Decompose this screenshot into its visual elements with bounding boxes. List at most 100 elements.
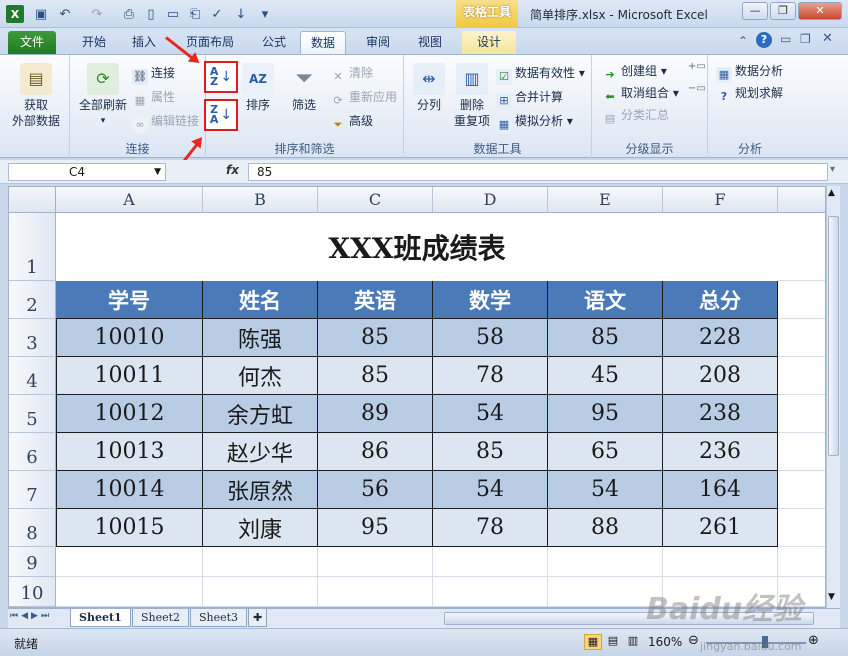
table-cell[interactable]: 208 — [663, 357, 778, 395]
tab-file[interactable]: 文件 — [8, 31, 56, 54]
sort-quick-icon[interactable]: ↓ — [232, 5, 250, 23]
filter-button[interactable]: ⏷ 筛选 — [284, 63, 324, 113]
table-cell[interactable]: 238 — [663, 395, 778, 433]
minimize-button[interactable]: — — [742, 2, 768, 20]
table-cell[interactable]: 张原然 — [203, 471, 318, 509]
reapply-button[interactable]: ⟳ 重新应用 — [330, 87, 397, 107]
column-header-0[interactable]: A — [56, 187, 203, 213]
table-cell[interactable]: 85 — [433, 433, 548, 471]
undo-icon[interactable]: ↶ — [56, 5, 74, 23]
grid-cell[interactable] — [778, 433, 825, 471]
table-cell[interactable]: 236 — [663, 433, 778, 471]
show-detail-icon[interactable]: +▭ — [688, 61, 706, 72]
table-cell[interactable]: 10015 — [56, 509, 203, 547]
sort-ascending-button[interactable]: A Z ↓ — [204, 61, 238, 93]
table-cell[interactable]: 78 — [433, 509, 548, 547]
table-cell[interactable]: 95 — [318, 509, 433, 547]
open-folder-icon[interactable]: ▭ — [164, 5, 182, 23]
data-analysis-button[interactable]: ▦ 数据分析 — [716, 61, 783, 83]
grid-cell[interactable] — [56, 577, 203, 607]
grid-cell[interactable] — [778, 319, 825, 357]
table-cell[interactable]: 89 — [318, 395, 433, 433]
row-header-2[interactable]: 3 — [9, 319, 56, 357]
sheet-title[interactable]: XXX班成绩表 — [56, 213, 778, 281]
table-cell[interactable]: 10011 — [56, 357, 203, 395]
table-cell[interactable]: 164 — [663, 471, 778, 509]
get-external-data-button[interactable]: ▤ 获取 外部数据 — [6, 63, 66, 129]
grid-cell[interactable] — [548, 547, 663, 577]
table-header-cell[interactable]: 学号 — [56, 281, 203, 319]
name-box-dropdown-icon[interactable]: ▼ — [154, 164, 161, 180]
table-cell[interactable]: 10012 — [56, 395, 203, 433]
table-cell[interactable]: 78 — [433, 357, 548, 395]
formula-input[interactable]: 85 — [248, 163, 828, 181]
insert-function-button[interactable]: fx — [226, 163, 239, 177]
table-cell[interactable]: 赵少华 — [203, 433, 318, 471]
data-validation-button[interactable]: ☑ 数据有效性 ▾ — [496, 63, 585, 85]
sheet-nav-arrows-icon[interactable]: ⏮◀▶⏭ — [10, 611, 52, 621]
table-cell[interactable]: 何杰 — [203, 357, 318, 395]
table-cell[interactable]: 54 — [433, 395, 548, 433]
connections-button[interactable]: ⛓ 连接 — [132, 63, 175, 85]
table-cell[interactable]: 54 — [433, 471, 548, 509]
new-file-icon[interactable]: ▯ — [142, 5, 160, 23]
grid-cell[interactable] — [663, 547, 778, 577]
edit-links-button[interactable]: ∞ 编辑链接 — [132, 111, 199, 133]
table-cell[interactable]: 261 — [663, 509, 778, 547]
grid-cell[interactable] — [318, 577, 433, 607]
vertical-scroll-thumb[interactable] — [828, 216, 839, 456]
table-cell[interactable]: 228 — [663, 319, 778, 357]
name-box[interactable]: C4 ▼ — [8, 163, 166, 181]
grid-cell[interactable] — [433, 547, 548, 577]
print-preview-icon[interactable]: ⎙ — [120, 5, 138, 23]
grid-cell[interactable] — [778, 395, 825, 433]
table-cell[interactable]: 65 — [548, 433, 663, 471]
table-header-cell[interactable]: 总分 — [663, 281, 778, 319]
insert-sheet-icon[interactable]: ✚ — [248, 609, 268, 627]
consolidate-button[interactable]: ⊞ 合并计算 — [496, 87, 563, 109]
row-header-3[interactable]: 4 — [9, 357, 56, 395]
table-cell[interactable]: 10014 — [56, 471, 203, 509]
column-header-3[interactable]: D — [433, 187, 548, 213]
grid-cell[interactable] — [56, 547, 203, 577]
grid-cell[interactable] — [778, 357, 825, 395]
page-break-view-icon[interactable]: ▥ — [624, 634, 642, 650]
vertical-scrollbar[interactable]: ▲ ▼ — [826, 186, 840, 608]
normal-view-icon[interactable]: ▦ — [584, 634, 602, 650]
tab-insert[interactable]: 插入 — [122, 31, 166, 54]
group-button[interactable]: ➔ 创建组 ▾ — [602, 61, 666, 81]
subtotal-button[interactable]: ▤ 分类汇总 — [602, 105, 669, 125]
tab-formulas[interactable]: 公式 — [252, 31, 296, 54]
customize-qat-icon[interactable]: ▾ — [256, 5, 274, 23]
zoom-out-icon[interactable]: ⊖ — [688, 633, 699, 648]
ungroup-button[interactable]: ⬅ 取消组合 ▾ — [602, 83, 678, 103]
row-header-4[interactable]: 5 — [9, 395, 56, 433]
worksheet-grid[interactable]: ABCDEF 1 2 3 4 5 6 7 8 9 10 XXX班成绩表 学号 姓名 英语 数学 语文 总分 10… — [8, 186, 826, 608]
restore-button[interactable]: ❐ — [770, 2, 796, 20]
workbook-close-icon[interactable]: ✕ — [822, 31, 833, 46]
row-header-0[interactable]: 1 — [9, 213, 56, 281]
tab-design[interactable]: 设计 — [462, 31, 516, 54]
what-if-button[interactable]: ▦ 模拟分析 ▾ — [496, 111, 573, 133]
sheet-tab-3[interactable]: Sheet3 — [190, 609, 248, 627]
sheet-tab-2[interactable]: Sheet2 — [132, 609, 190, 627]
table-cell[interactable]: 54 — [548, 471, 663, 509]
table-cell[interactable]: 45 — [548, 357, 663, 395]
table-header-cell[interactable]: 姓名 — [203, 281, 318, 319]
table-cell[interactable]: 陈强 — [203, 319, 318, 357]
refresh-all-button[interactable]: ⟳ 全部刷新 ▾ — [74, 63, 132, 129]
excel-icon[interactable]: X — [6, 5, 24, 23]
table-cell[interactable]: 88 — [548, 509, 663, 547]
table-cell[interactable]: 95 — [548, 395, 663, 433]
table-cell[interactable]: 85 — [318, 319, 433, 357]
table-header-cell[interactable]: 数学 — [433, 281, 548, 319]
grid-cell[interactable] — [318, 547, 433, 577]
clear-filter-button[interactable]: ✕ 清除 — [330, 63, 373, 83]
tab-home[interactable]: 开始 — [72, 31, 116, 54]
tab-view[interactable]: 视图 — [408, 31, 452, 54]
sheet-tab-1[interactable]: Sheet1 — [70, 609, 131, 627]
zoom-level[interactable]: 160% — [648, 635, 682, 649]
row-header-1[interactable]: 2 — [9, 281, 56, 319]
column-header-5[interactable]: F — [663, 187, 778, 213]
column-header-overflow[interactable] — [778, 187, 825, 213]
